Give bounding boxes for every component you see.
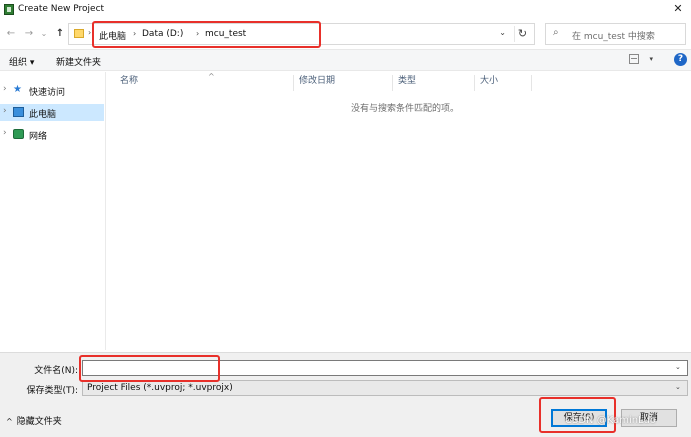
sidebar-item-this-pc[interactable]: › 此电脑 (0, 104, 104, 121)
sidebar-item-label: 此电脑 (29, 110, 57, 120)
search-icon: ⌕ (553, 27, 559, 38)
hide-folders-toggle[interactable]: ^ 隐藏文件夹 (6, 414, 62, 427)
folder-icon (74, 29, 84, 38)
column-header-type[interactable]: 类型 (390, 75, 475, 91)
chevron-down-icon[interactable]: ⌄ (499, 28, 506, 37)
sidebar-item-quick-access[interactable]: › ★ 快速访问 (0, 82, 104, 99)
chevron-right-icon[interactable]: › (3, 128, 7, 138)
column-header-size[interactable]: 大小 (472, 75, 532, 91)
chevron-down-icon[interactable]: ⌄ (675, 363, 681, 371)
empty-results-message: 没有与搜索条件匹配的项。 (351, 104, 460, 114)
star-icon: ★ (13, 84, 22, 95)
network-icon (13, 129, 24, 139)
view-options-icon[interactable] (629, 54, 639, 64)
chevron-up-icon: ^ (6, 417, 13, 426)
breadcrumb-mcu-test[interactable]: mcu_test (205, 29, 246, 39)
chevron-right-icon[interactable]: › (196, 29, 199, 38)
forward-arrow-icon[interactable]: → (23, 27, 35, 41)
chevron-down-icon[interactable]: ⌄ (675, 383, 681, 391)
filename-field[interactable] (82, 360, 688, 376)
search-placeholder: 在 mcu_test 中搜索 (572, 32, 655, 42)
column-date-label: 修改日期 (299, 76, 336, 86)
window-title: Create New Project (18, 4, 105, 14)
column-name-label: 名称 (120, 76, 139, 86)
sidebar-item-network[interactable]: › 网络 (0, 126, 104, 143)
close-icon[interactable]: ✕ (671, 2, 685, 16)
chevron-right-icon[interactable]: › (3, 84, 7, 94)
back-arrow-icon[interactable]: ← (5, 27, 17, 41)
chevron-down-icon[interactable]: ▾ (649, 55, 653, 63)
filename-label: 文件名(N): (34, 366, 78, 376)
help-icon[interactable]: ? (674, 53, 687, 66)
search-input[interactable]: ⌕ 在 mcu_test 中搜索 (545, 23, 686, 45)
address-bar[interactable]: › 此电脑 › Data (D:) › mcu_test ⌄ ↻ (68, 23, 535, 45)
toolbar: 组织 ▾ 新建文件夹 ▾ ? (0, 49, 691, 71)
title-bar: Create New Project ✕ (0, 0, 691, 19)
refresh-icon[interactable]: ↻ (514, 26, 530, 42)
computer-icon (13, 107, 24, 117)
sort-ascending-icon: ^ (208, 72, 215, 81)
up-arrow-icon[interactable]: ↑ (54, 27, 66, 41)
filetype-label: 保存类型(T): (26, 386, 78, 396)
watermark: CSDN @KaminLuo (565, 415, 656, 426)
chevron-right-icon[interactable]: › (133, 29, 136, 38)
hide-folders-label: 隐藏文件夹 (16, 417, 62, 427)
column-header-name[interactable]: 名称 ^ (112, 72, 294, 91)
organize-button[interactable]: 组织 ▾ (9, 55, 34, 68)
filetype-select[interactable]: Project Files (*.uvproj; *.uvprojx) (82, 380, 688, 396)
breadcrumb-data-drive[interactable]: Data (D:) (142, 29, 183, 39)
sidebar-item-label: 网络 (29, 132, 48, 142)
new-folder-button[interactable]: 新建文件夹 (56, 55, 101, 68)
column-type-label: 类型 (398, 76, 417, 86)
file-list[interactable]: 名称 ^ 修改日期 类型 大小 没有与搜索条件匹配的项。 (105, 72, 691, 350)
keil-app-icon (4, 4, 14, 15)
chevron-right-icon[interactable]: › (88, 28, 91, 37)
navigation-pane: › ★ 快速访问 › 此电脑 › 网络 (0, 72, 104, 350)
recent-locations-icon[interactable]: ⌄ (38, 27, 50, 41)
column-size-label: 大小 (480, 76, 499, 86)
breadcrumb-this-pc[interactable]: 此电脑 (99, 29, 126, 42)
navigation-bar: ← → ⌄ ↑ › 此电脑 › Data (D:) › mcu_test ⌄ ↻… (0, 21, 691, 47)
chevron-right-icon[interactable]: › (3, 106, 7, 116)
sidebar-item-label: 快速访问 (29, 88, 66, 98)
column-header-date[interactable]: 修改日期 (291, 75, 393, 91)
